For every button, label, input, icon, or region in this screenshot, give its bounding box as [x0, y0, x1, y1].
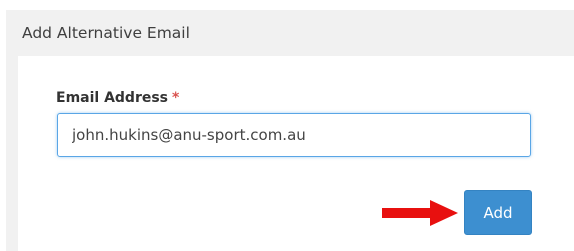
panel-title: Add Alternative Email — [22, 24, 190, 42]
email-address-label-text: Email Address — [56, 90, 169, 106]
email-address-input[interactable] — [57, 113, 531, 157]
add-alternative-email-panel: Add Alternative Email Email Address* Add — [6, 10, 574, 251]
required-marker: * — [172, 90, 180, 106]
red-arrow-right-icon — [382, 200, 458, 226]
email-address-label: Email Address * — [56, 90, 179, 106]
add-button[interactable]: Add — [464, 190, 532, 235]
panel-body: Email Address* Add — [18, 56, 574, 251]
